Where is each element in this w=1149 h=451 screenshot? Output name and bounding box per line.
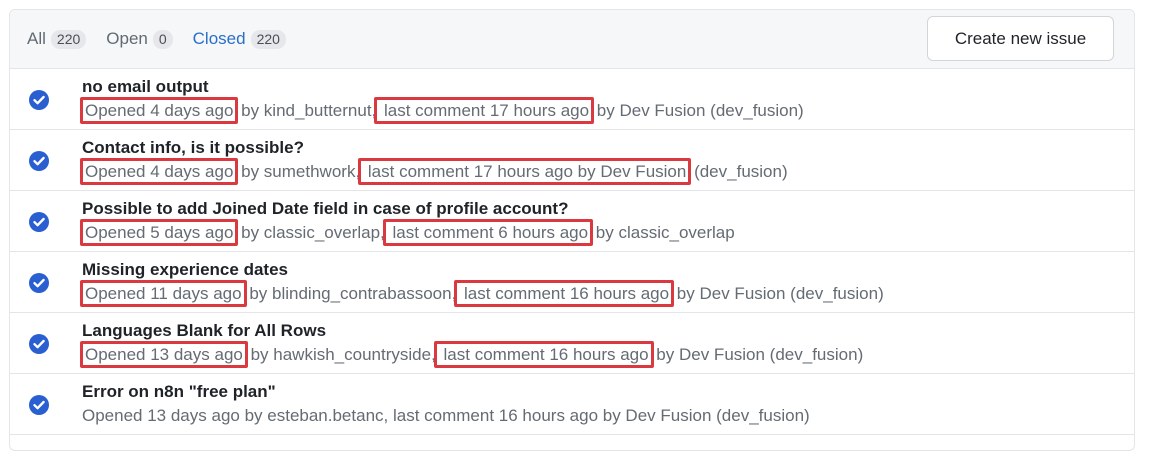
issue-title[interactable]: Missing experience dates [82,260,288,280]
last-comment-time[interactable]: last comment 16 hours ago [433,341,654,368]
last-comment-time[interactable]: last comment 16 hours ago [388,406,598,425]
issues-toolbar: All 220 Open 0 Closed 220 Create new iss… [10,10,1134,69]
last-comment-time[interactable]: last comment 6 hours ago [382,219,594,246]
issue-meta: Opened 4 days ago by kind_butternut, las… [80,97,804,124]
last-commenter: (dev_fusion) [689,162,788,181]
check-circle-icon [29,90,49,110]
issue-row: Contact info, is it possible? Opened 4 d… [10,130,1134,191]
issue-meta: Opened 11 days ago by blinding_contrabas… [80,280,884,307]
opened-date[interactable]: Opened 13 days ago [82,406,240,425]
last-commenter: by Dev Fusion (dev_fusion) [592,101,804,120]
tab-closed[interactable]: Closed 220 [193,29,286,49]
issue-author: by blinding_contrabassoon, [244,284,457,303]
issue-author: by hawkish_countryside, [245,345,436,364]
check-circle-icon [29,212,49,232]
tab-open-count: 0 [152,29,173,49]
issue-row: Missing experience dates Opened 11 days … [10,252,1134,313]
issue-meta: Opened 5 days ago by classic_overlap, la… [80,219,735,246]
issue-filter-tabs: All 220 Open 0 Closed 220 [27,29,306,49]
tab-all-count: 220 [50,29,87,49]
issue-author: by kind_butternut, [236,101,377,120]
opened-date[interactable]: Opened 13 days ago [80,341,248,368]
issue-row: no email output Opened 4 days ago by kin… [10,69,1134,130]
opened-date[interactable]: Opened 5 days ago [80,219,239,246]
last-comment-time[interactable]: last comment 17 hours ago by Dev Fusion [358,158,692,185]
issue-row: Languages Blank for All Rows Opened 13 d… [10,313,1134,374]
create-new-issue-button[interactable]: Create new issue [927,16,1114,61]
issue-title[interactable]: Error on n8n "free plan" [82,382,276,402]
issue-title[interactable]: Possible to add Joined Date field in cas… [82,199,568,219]
check-circle-icon [29,273,49,293]
issue-meta: Opened 13 days ago by hawkish_countrysid… [80,341,864,368]
last-comment-time[interactable]: last comment 16 hours ago [454,280,675,307]
issue-row: Error on n8n "free plan" Opened 13 days … [10,374,1134,435]
last-commenter: by classic_overlap [591,223,735,242]
issue-author: by sumethwork, [236,162,361,181]
tab-all[interactable]: All 220 [27,29,87,49]
last-commenter: by Dev Fusion (dev_fusion) [672,284,884,303]
tab-open-label: Open [106,29,148,48]
last-commenter: by Dev Fusion (dev_fusion) [598,406,810,425]
issues-panel: All 220 Open 0 Closed 220 Create new iss… [9,9,1135,451]
tab-open[interactable]: Open 0 [106,29,173,49]
issue-meta: Opened 13 days ago by esteban.betanc, la… [82,406,810,426]
tab-closed-label: Closed [192,29,246,48]
tab-closed-count: 220 [250,29,286,49]
check-circle-icon [29,395,49,415]
issue-title[interactable]: Contact info, is it possible? [82,138,304,158]
opened-date[interactable]: Opened 11 days ago [80,280,247,307]
issue-title[interactable]: Languages Blank for All Rows [82,321,326,341]
issue-author: by esteban.betanc, [239,406,389,425]
opened-date[interactable]: Opened 4 days ago [80,158,239,185]
issue-row: Possible to add Joined Date field in cas… [10,191,1134,252]
issue-author: by classic_overlap, [236,223,385,242]
last-comment-time[interactable]: last comment 17 hours ago [374,97,595,124]
issue-title[interactable]: no email output [82,77,209,97]
tab-all-label: All [27,29,46,48]
check-circle-icon [29,151,49,171]
issue-list: no email output Opened 4 days ago by kin… [10,69,1134,435]
check-circle-icon [29,334,49,354]
issue-meta: Opened 4 days ago by sumethwork, last co… [80,158,788,185]
last-commenter: by Dev Fusion (dev_fusion) [651,345,864,364]
opened-date[interactable]: Opened 4 days ago [80,97,239,124]
